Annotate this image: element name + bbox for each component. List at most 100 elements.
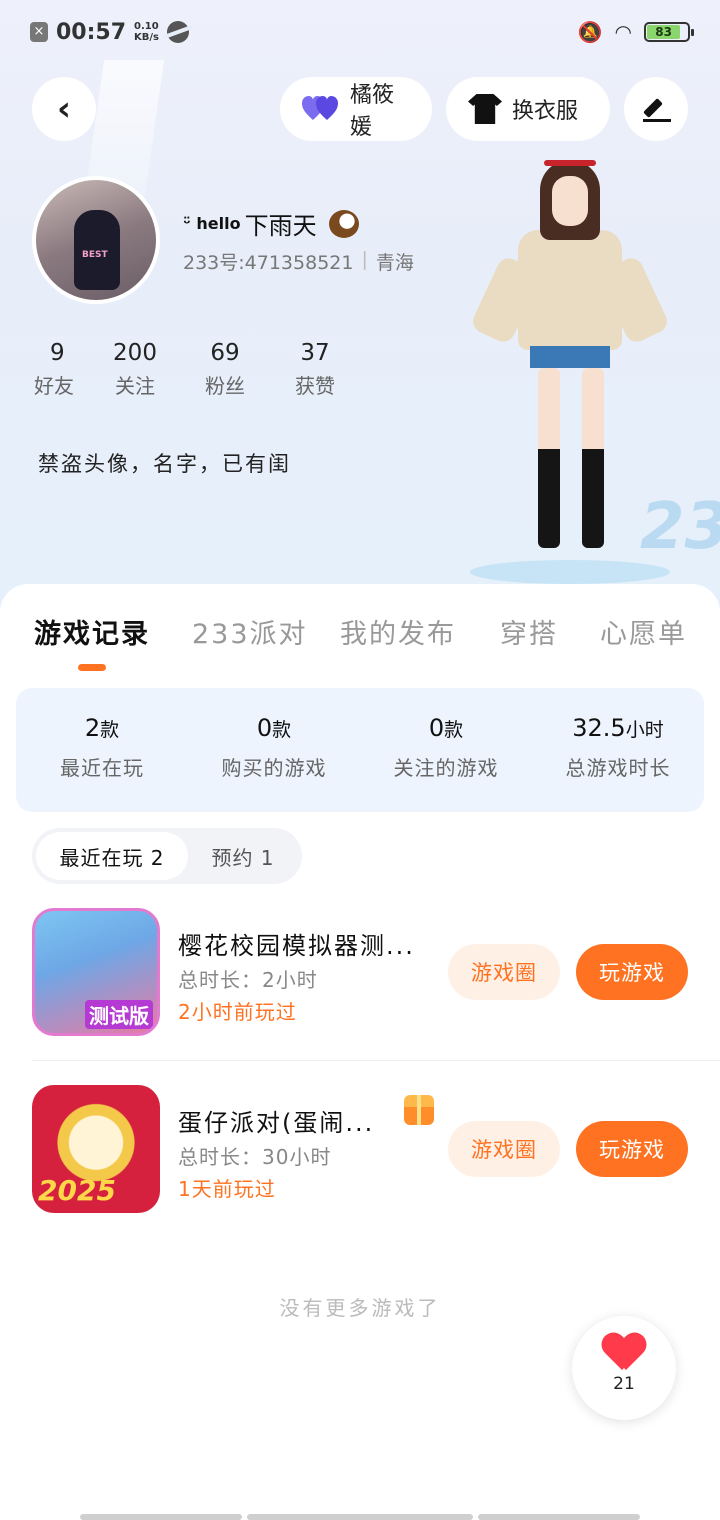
planet-icon (167, 21, 190, 43)
avatar-character[interactable] (469, 150, 671, 570)
user-id: 233号:471358521 (183, 252, 354, 274)
tab-wishlist[interactable]: 心愿单 (600, 612, 687, 651)
summary-unit: 款 (444, 719, 464, 741)
tab-my-posts[interactable]: 我的发布 (340, 612, 456, 651)
stat-likes[interactable]: 37 获赞 (270, 340, 360, 399)
outfit-label: 换衣服 (512, 99, 579, 124)
tab-233-party[interactable]: 233派对 (192, 612, 308, 651)
pen-icon (643, 96, 671, 122)
avatar-figure (74, 210, 120, 290)
character-headband (544, 160, 596, 166)
coconut-icon (328, 209, 359, 238)
character-face (552, 176, 588, 226)
back-button[interactable]: ‹ (32, 77, 96, 141)
edit-profile-button[interactable] (624, 77, 688, 141)
brand-233-decoration: 23 (640, 490, 720, 564)
summary-total-time[interactable]: 32.5小时 总游戏时长 (532, 688, 704, 812)
game-circle-button[interactable]: 游戏圈 (448, 1121, 560, 1177)
couple-label: 橘筱媛 (350, 83, 395, 140)
like-button[interactable]: 21 (572, 1316, 676, 1420)
game-duration: 总时长：2小时 (178, 968, 318, 992)
character-leg (582, 368, 604, 548)
game-last-played: 1天前玩过 (178, 1177, 276, 1201)
game-icon-sakura-school[interactable] (32, 908, 160, 1036)
list-item[interactable]: 蛋仔派对(蛋闹... 总时长：30小时 1天前玩过 游戏圈 玩游戏 (32, 1085, 720, 1215)
gift-icon[interactable] (404, 1095, 434, 1125)
nav-gesture-bar (80, 1514, 242, 1520)
summary-unit: 款 (100, 719, 120, 741)
stat-value: 9 (50, 340, 65, 366)
stat-following[interactable]: 200 关注 (90, 340, 180, 399)
summary-label: 关注的游戏 (393, 756, 499, 780)
summary-recent[interactable]: 2款 最近在玩 (16, 688, 188, 812)
network-speed: 0.10 KB/s (134, 21, 160, 43)
tab-bar: 游戏记录 233派对 我的发布 穿搭 心愿单 (0, 612, 720, 652)
play-game-button[interactable]: 玩游戏 (576, 944, 688, 1000)
avatar[interactable] (32, 176, 160, 304)
stat-label: 关注 (115, 374, 155, 398)
status-time: 00:57 (56, 19, 127, 45)
bell-muted-icon: 🔕 (577, 20, 603, 44)
summary-label: 购买的游戏 (221, 756, 327, 780)
change-outfit-button[interactable]: 换衣服 (446, 77, 610, 141)
profile-name: 下雨天 (244, 212, 317, 240)
stat-value: 69 (210, 340, 240, 366)
game-duration: 总时长：30小时 (178, 1145, 332, 1169)
game-title: 樱花校园模拟器测... (178, 932, 415, 960)
stat-value: 200 (113, 340, 157, 366)
summary-value: 0 (428, 714, 445, 742)
profile-id-row: 233号:471358521 | 青海 (183, 248, 414, 275)
user-location: 青海 (375, 252, 414, 274)
stat-friends[interactable]: 9 好友 (30, 340, 90, 399)
segment-recent-playing[interactable]: 最近在玩 2 (36, 832, 188, 880)
character-leg (538, 368, 560, 548)
tab-indicator (78, 664, 106, 671)
profile-stats: 9 好友 200 关注 69 粉丝 37 获赞 (30, 340, 360, 399)
nav-gesture-bar (247, 1514, 473, 1520)
stat-label: 粉丝 (205, 374, 245, 398)
profile-name-row: ᵕ̈ hello 下雨天 (183, 206, 359, 241)
list-item[interactable]: 樱花校园模拟器测... 总时长：2小时 2小时前玩过 游戏圈 玩游戏 (32, 908, 720, 1038)
couple-button[interactable]: 橘筱媛 (280, 77, 432, 141)
status-bar: × 00:57 0.10 KB/s 🔕 ◠ 83 (30, 14, 694, 50)
nav-gesture-bar (478, 1514, 640, 1520)
summary-value: 32.5 (572, 714, 626, 742)
character-body (518, 230, 622, 350)
notification-close-icon: × (30, 22, 48, 42)
battery-icon: 83 (644, 22, 694, 42)
play-game-button[interactable]: 玩游戏 (576, 1121, 688, 1177)
separator: | (361, 248, 368, 270)
tshirt-icon (468, 94, 502, 124)
like-count: 21 (613, 1374, 635, 1394)
summary-followed[interactable]: 0款 关注的游戏 (360, 688, 532, 812)
summary-value: 2 (84, 714, 101, 742)
segment-reservations[interactable]: 预约 1 (188, 832, 298, 880)
stat-label: 好友 (34, 374, 74, 398)
stat-fans[interactable]: 69 粉丝 (180, 340, 270, 399)
double-heart-icon (302, 96, 340, 122)
summary-label: 最近在玩 (60, 756, 144, 780)
name-prefix: ᵕ̈ hello (183, 214, 241, 233)
divider (32, 1060, 720, 1061)
character-skirt (530, 346, 610, 368)
tab-outfits[interactable]: 穿搭 (500, 612, 558, 651)
game-icon-eggy-party[interactable] (32, 1085, 160, 1213)
summary-label: 总游戏时长 (565, 756, 671, 780)
battery-level: 83 (647, 25, 681, 39)
wifi-icon: ◠ (614, 20, 632, 44)
heart-icon (602, 1334, 646, 1374)
stat-label: 获赞 (295, 374, 335, 398)
game-last-played: 2小时前玩过 (178, 1000, 297, 1024)
game-summary: 2款 最近在玩 0款 购买的游戏 0款 关注的游戏 32.5小时 总游戏时长 (16, 688, 704, 812)
stat-value: 37 (300, 340, 330, 366)
game-title: 蛋仔派对(蛋闹... (178, 1109, 375, 1137)
summary-value: 0 (256, 714, 273, 742)
profile-bio: 禁盗头像，名字，已有闺 (38, 452, 291, 476)
summary-unit: 款 (272, 719, 292, 741)
tab-game-records[interactable]: 游戏记录 (34, 612, 150, 651)
summary-unit: 小时 (625, 719, 664, 741)
summary-purchased[interactable]: 0款 购买的游戏 (188, 688, 360, 812)
chevron-left-icon: ‹ (56, 89, 71, 129)
segment-control: 最近在玩 2 预约 1 (32, 828, 302, 884)
game-circle-button[interactable]: 游戏圈 (448, 944, 560, 1000)
